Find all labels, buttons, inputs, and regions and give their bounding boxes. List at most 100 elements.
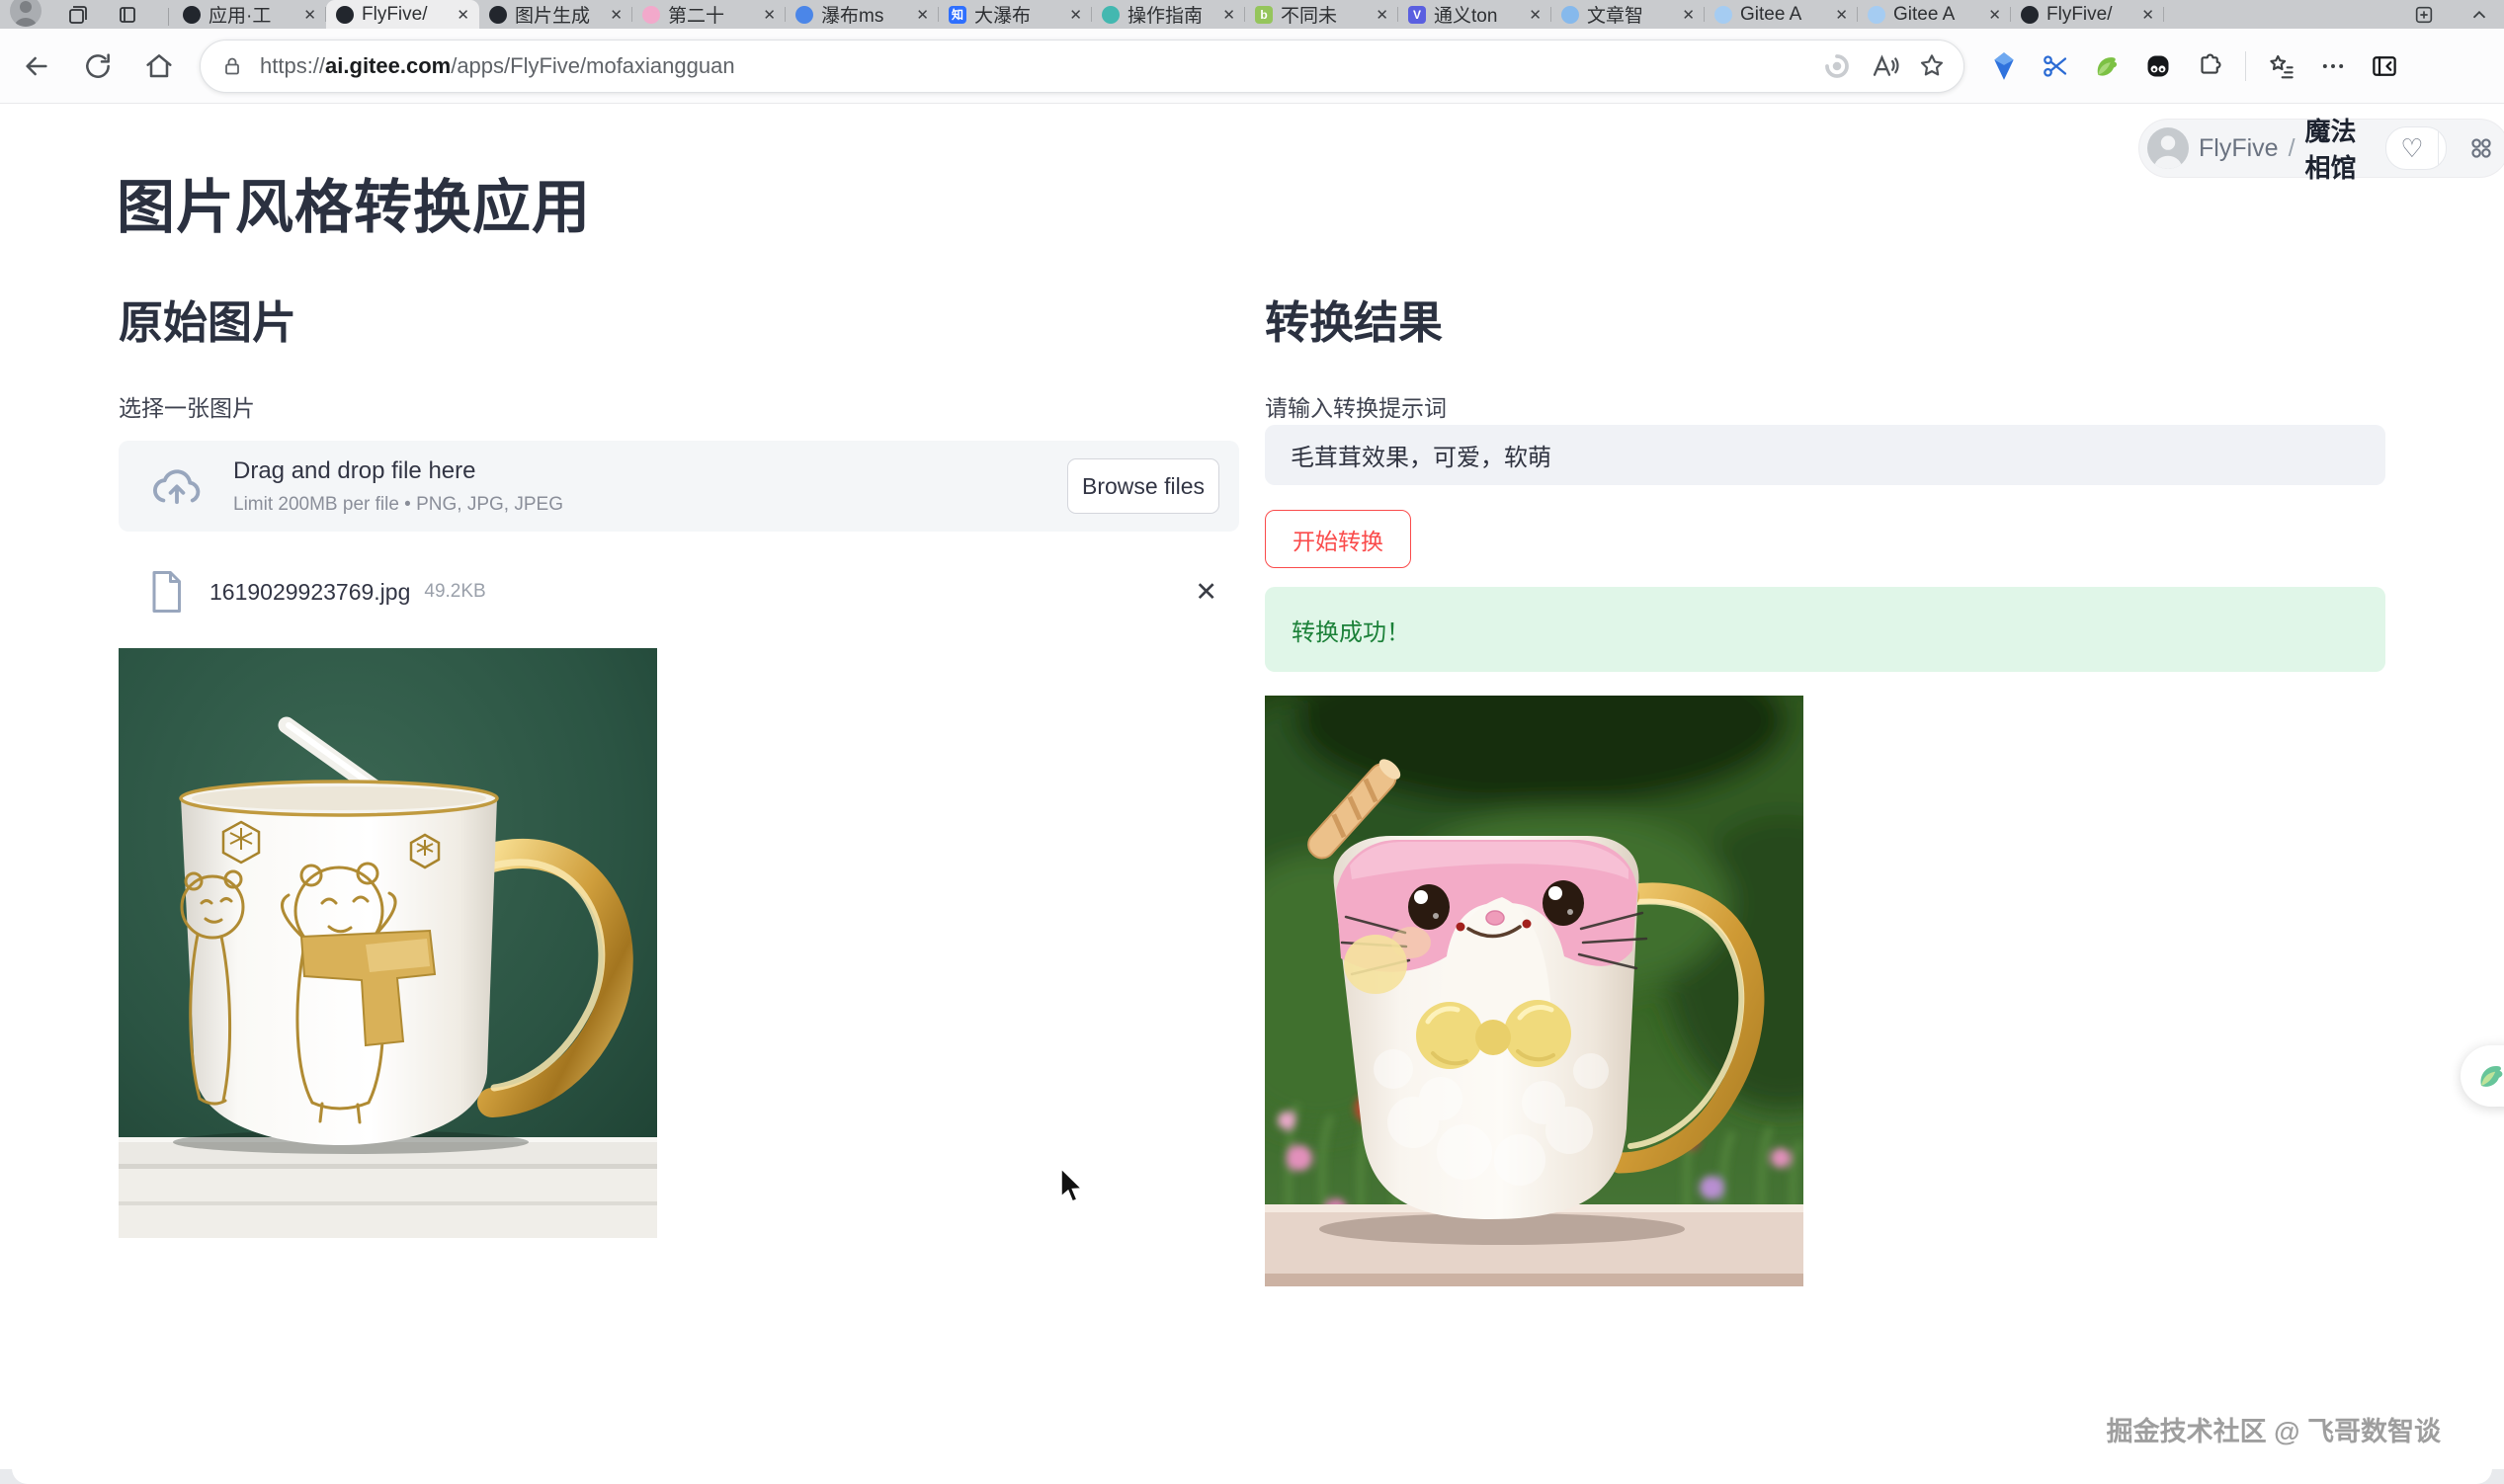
browser-tab[interactable]: V 通义ton ✕ xyxy=(1398,0,1551,29)
tab-close-icon[interactable]: ✕ xyxy=(2141,6,2154,24)
dropzone-title: Drag and drop file here xyxy=(233,457,563,485)
workspaces-icon[interactable] xyxy=(65,2,91,28)
floating-extension-pill[interactable] xyxy=(2461,1045,2504,1107)
tab-close-icon[interactable]: ✕ xyxy=(303,6,316,24)
tab-favicon-icon xyxy=(642,6,660,24)
reload-button[interactable] xyxy=(67,37,128,96)
extension-panda-button[interactable] xyxy=(2136,44,2180,88)
tab-close-icon[interactable]: ✕ xyxy=(1835,6,1848,24)
more-menu-button[interactable] xyxy=(2311,44,2355,88)
green-bird-icon xyxy=(2474,1059,2504,1093)
tab-close-icon[interactable]: ✕ xyxy=(610,6,623,24)
result-image xyxy=(1265,696,1803,1286)
page-bottom-card xyxy=(12,1458,2492,1484)
uploader-label: 选择一张图片 xyxy=(119,389,255,423)
tab-strip: 应用·工 ✕ FlyFive/ ✕ 图片生成 ✕ 第二十 ✕ 瀑布ms ✕ 知 … xyxy=(0,0,2504,29)
read-aloud-button[interactable] xyxy=(1861,42,1908,90)
tab-close-icon[interactable]: ✕ xyxy=(1529,6,1542,24)
sidebar-panel-button[interactable] xyxy=(2363,44,2406,88)
browser-tab[interactable]: FlyFive/ ✕ xyxy=(326,0,479,29)
result-heading: 转换结果 xyxy=(1265,287,1443,351)
tab-close-icon[interactable]: ✕ xyxy=(457,6,469,24)
extension-scissors-button[interactable] xyxy=(2034,44,2077,88)
tab-title: 瀑布ms xyxy=(821,1,908,28)
tab-close-icon[interactable]: ✕ xyxy=(1222,6,1235,24)
dropzone-hint: Limit 200MB per file • PNG, JPG, JPEG xyxy=(233,494,563,516)
browser-tab[interactable]: Gitee A ✕ xyxy=(1858,0,2011,29)
home-icon xyxy=(143,50,175,82)
browser-tab[interactable]: 应用·工 ✕ xyxy=(173,0,326,29)
tab-title: FlyFive/ xyxy=(2046,4,2133,26)
extension-drop-button[interactable] xyxy=(1982,44,2026,88)
extensions-row xyxy=(1982,44,2406,88)
collections-star-icon xyxy=(2267,51,2296,81)
person-icon xyxy=(2153,133,2183,169)
browser-tab[interactable]: 知 大瀑布 ✕ xyxy=(939,0,1092,29)
original-image-preview xyxy=(119,648,657,1238)
browse-files-button[interactable]: Browse files xyxy=(1067,458,1219,514)
browser-tab[interactable]: FlyFive/ ✕ xyxy=(2011,0,2164,29)
browser-tab[interactable]: 第二十 ✕ xyxy=(632,0,786,29)
prompt-label: 请输入转换提示词 xyxy=(1265,389,1447,423)
scissors-icon xyxy=(2041,51,2070,81)
new-tab-icon[interactable] xyxy=(2413,4,2435,26)
url-host: ai.gitee.com xyxy=(325,53,451,78)
tab-favicon-icon xyxy=(183,6,201,24)
likes-count: 0 xyxy=(2439,134,2448,162)
browser-tab[interactable]: 瀑布ms ✕ xyxy=(786,0,939,29)
tab-title: 操作指南 xyxy=(1127,1,1214,28)
browser-profile-avatar[interactable] xyxy=(10,0,42,27)
tab-close-icon[interactable]: ✕ xyxy=(1988,6,2001,24)
extension-bird-button[interactable] xyxy=(2085,44,2128,88)
app-owner-name[interactable]: FlyFive xyxy=(2199,134,2279,163)
app-name[interactable]: 魔法相馆 xyxy=(2305,112,2369,185)
tab-close-icon[interactable]: ✕ xyxy=(1069,6,1082,24)
browser-tab[interactable]: 文章智 ✕ xyxy=(1551,0,1705,29)
heart-icon[interactable]: ♡ xyxy=(2386,127,2438,169)
app-badge[interactable]: FlyFive / 魔法相馆 ♡ 0 xyxy=(2138,119,2504,178)
apps-grid-icon[interactable] xyxy=(2468,135,2494,161)
tab-title: 图片生成 xyxy=(515,1,602,28)
browser-toolbar: https://ai.gitee.com/apps/FlyFive/mofaxi… xyxy=(0,29,2504,104)
person-icon xyxy=(14,0,38,27)
tab-close-icon[interactable]: ✕ xyxy=(916,6,929,24)
dropzone-texts: Drag and drop file here Limit 200MB per … xyxy=(233,457,563,516)
browser-tab[interactable]: Gitee A ✕ xyxy=(1705,0,1858,29)
tab-close-icon[interactable]: ✕ xyxy=(763,6,776,24)
tab-title: 大瀑布 xyxy=(974,1,1061,28)
tab-title: 不同未 xyxy=(1281,1,1368,28)
url-text: https://ai.gitee.com/apps/FlyFive/mofaxi… xyxy=(260,53,1813,79)
translate-icon xyxy=(1822,51,1852,81)
page-title: 图片风格转换应用 xyxy=(117,160,591,244)
tab-favicon-icon: V xyxy=(1408,6,1426,24)
home-button[interactable] xyxy=(128,37,190,96)
browser-tab[interactable]: 图片生成 ✕ xyxy=(479,0,632,29)
file-dropzone[interactable]: Drag and drop file here Limit 200MB per … xyxy=(119,441,1239,532)
tab-actions-icon[interactable] xyxy=(115,2,140,28)
tab-list: 应用·工 ✕ FlyFive/ ✕ 图片生成 ✕ 第二十 ✕ 瀑布ms ✕ 知 … xyxy=(173,0,2164,29)
back-button[interactable] xyxy=(6,37,67,96)
remove-file-button[interactable]: ✕ xyxy=(1195,577,1217,608)
browser-profile-area xyxy=(0,0,173,29)
prompt-input[interactable] xyxy=(1265,425,2385,485)
file-name: 1619029923769.jpg xyxy=(209,579,410,606)
collections-button[interactable] xyxy=(2260,44,2303,88)
tab-close-icon[interactable]: ✕ xyxy=(1682,6,1695,24)
translate-button[interactable] xyxy=(1813,42,1861,90)
tab-favicon-icon xyxy=(795,6,813,24)
extensions-menu-button[interactable] xyxy=(2188,44,2231,88)
favorite-button[interactable] xyxy=(1908,42,1956,90)
success-message: 转换成功！ xyxy=(1292,613,1410,647)
app-owner-avatar xyxy=(2147,127,2189,169)
browser-tab[interactable]: 操作指南 ✕ xyxy=(1092,0,1245,29)
tab-close-icon[interactable]: ✕ xyxy=(1376,6,1388,24)
url-bar[interactable]: https://ai.gitee.com/apps/FlyFive/mofaxi… xyxy=(200,40,1964,93)
footer-watermark: 掘金技术社区 @ 飞哥数智谈 xyxy=(2107,1410,2441,1448)
chevron-up-icon[interactable] xyxy=(2468,4,2490,26)
tab-title: Gitee A xyxy=(1740,4,1827,26)
browser-tab[interactable]: b 不同未 ✕ xyxy=(1245,0,1398,29)
lock-icon xyxy=(220,54,244,78)
blue-drop-icon xyxy=(1991,51,2017,81)
badge-separator: / xyxy=(2289,134,2295,163)
convert-button[interactable]: 开始转换 xyxy=(1265,510,1411,568)
